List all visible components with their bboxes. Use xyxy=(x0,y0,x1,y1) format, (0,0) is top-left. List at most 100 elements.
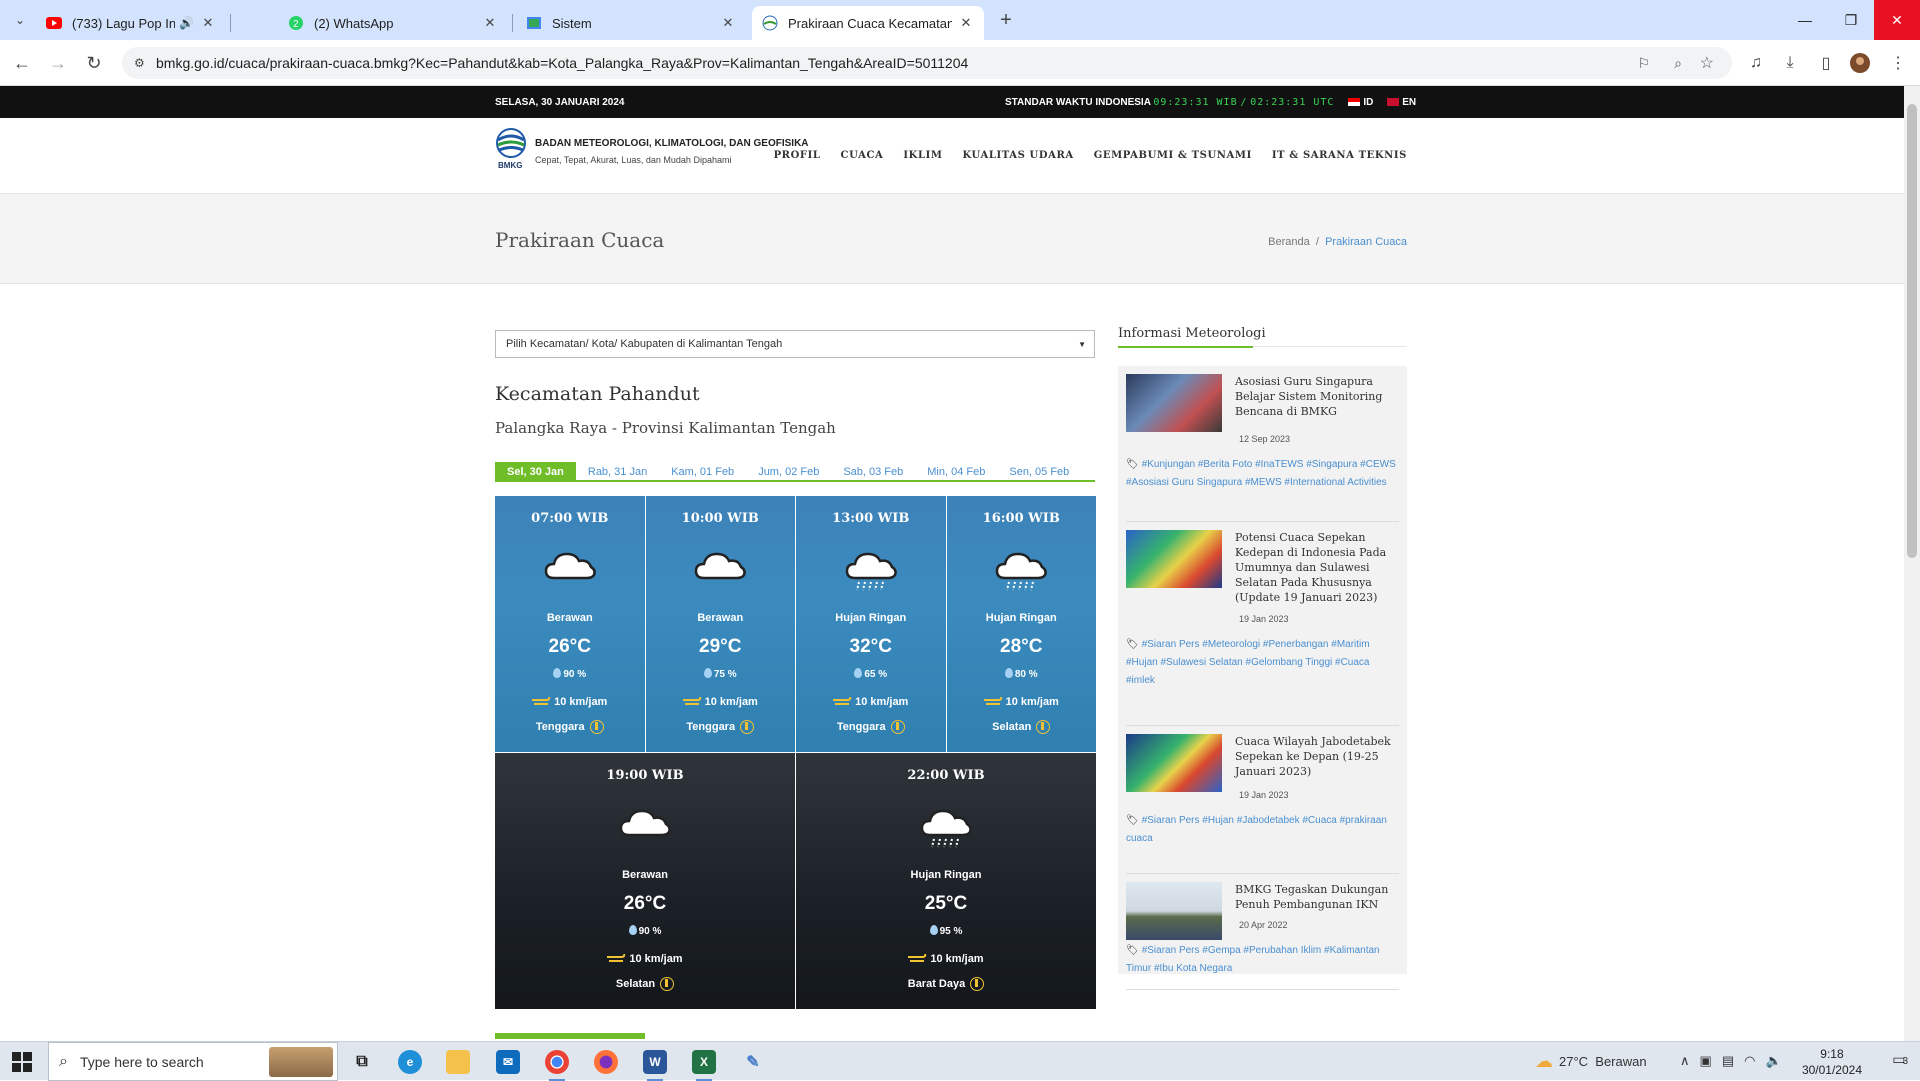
excel-icon[interactable]: X xyxy=(692,1050,716,1081)
rain-cloud-icon xyxy=(841,544,901,594)
restore-icon[interactable]: ❐ xyxy=(1828,0,1874,40)
nav-profil[interactable]: PROFIL xyxy=(774,150,821,161)
back-icon[interactable]: ← xyxy=(8,49,36,77)
browser-tab-bmkg[interactable]: Prakiraan Cuaca Kecamatan Pa ✕ xyxy=(752,6,984,40)
page-scrollbar[interactable] xyxy=(1904,86,1920,1041)
news-title[interactable]: Potensi Cuaca Sepekan Kedepan di Indones… xyxy=(1235,530,1405,605)
firefox-icon[interactable] xyxy=(594,1050,618,1074)
nav-gempabumi[interactable]: GEMPABUMI & TSUNAMI xyxy=(1094,150,1252,161)
news-tags[interactable]: 🏷 #Kunjungan #Berita Foto #InaTEWS #Singa… xyxy=(1126,456,1401,492)
windows-start-icon[interactable] xyxy=(12,1052,32,1072)
tray-icons: ∧ ▣ ▤ ◠ 🔈 xyxy=(1680,1053,1782,1069)
taskbar-weather[interactable]: ☁ 27°C Berawan xyxy=(1535,1051,1647,1072)
reload-icon[interactable]: ↻ xyxy=(80,49,108,77)
nav-kualitas-udara[interactable]: KUALITAS UDARA xyxy=(963,150,1074,161)
news-thumbnail[interactable] xyxy=(1126,882,1222,940)
nav-iklim[interactable]: IKLIM xyxy=(903,150,942,161)
svg-text:BMKG: BMKG xyxy=(498,161,522,170)
news-title[interactable]: Cuaca Wilayah Jabodetabek Sepekan ke Dep… xyxy=(1235,734,1405,779)
avatar[interactable] xyxy=(1848,51,1872,75)
edge-icon[interactable]: e xyxy=(398,1050,422,1074)
translate-icon[interactable]: ⚐ xyxy=(1637,55,1650,72)
day-tab[interactable]: Rab, 31 Jan xyxy=(576,462,659,482)
file-explorer-icon[interactable] xyxy=(446,1050,470,1074)
nav-it-sarana[interactable]: IT & SARANA TEKNIS xyxy=(1272,150,1407,161)
whatsapp-icon: 2 xyxy=(288,15,304,31)
forecast-temperature: 28°C xyxy=(1000,636,1043,657)
menu-kebab-icon[interactable]: ⋮ xyxy=(1886,51,1910,75)
news-thumbnail[interactable] xyxy=(1126,734,1222,792)
day-tab[interactable]: Jum, 02 Feb xyxy=(746,462,831,482)
day-tab[interactable]: Sel, 30 Jan xyxy=(495,462,576,482)
minimize-icon[interactable]: — xyxy=(1782,0,1828,40)
notification-icon[interactable]: ▭3 xyxy=(1892,1051,1908,1068)
close-tab-icon[interactable]: ✕ xyxy=(720,15,736,31)
close-window-icon[interactable]: ✕ xyxy=(1874,0,1920,40)
news-title[interactable]: BMKG Tegaskan Dukungan Penuh Pembangunan… xyxy=(1235,882,1405,912)
close-tab-icon[interactable]: ✕ xyxy=(958,15,974,31)
new-tab-button[interactable]: + xyxy=(992,6,1020,34)
tab-search-button[interactable]: ⌄ xyxy=(6,6,34,34)
volume-icon[interactable]: 🔈 xyxy=(1765,1053,1781,1069)
browser-tab-whatsapp[interactable]: 2 (2) WhatsApp ✕ xyxy=(278,6,508,40)
forecast-card: 22:00 WIB Hujan Ringan 25°C 95 % 10 km/jam Ba… xyxy=(796,753,1096,1009)
lang-en-link[interactable]: EN xyxy=(1387,97,1416,108)
tag-icon: 🏷 xyxy=(1126,639,1139,650)
bookmark-star-icon[interactable]: ☆ xyxy=(1700,53,1714,73)
news-thumbnail[interactable] xyxy=(1126,374,1222,432)
zoom-icon[interactable]: ⌕ xyxy=(1674,55,1682,72)
tab-title: (2) WhatsApp xyxy=(314,15,394,31)
cloud-sun-icon: ☁ xyxy=(1535,1051,1553,1071)
chevron-up-icon[interactable]: ∧ xyxy=(1680,1053,1690,1069)
browser-tab-sistem[interactable]: Sistem ✕ xyxy=(516,6,746,40)
news-item[interactable]: Cuaca Wilayah Jabodetabek Sepekan ke Dep… xyxy=(1126,734,1399,874)
breadcrumb-home[interactable]: Beranda xyxy=(1268,236,1310,248)
speaker-icon[interactable]: 🔊 xyxy=(179,16,194,30)
wifi-icon[interactable]: ◠ xyxy=(1744,1053,1755,1069)
close-tab-icon[interactable]: ✕ xyxy=(200,15,216,31)
day-tab[interactable]: Min, 04 Feb xyxy=(915,462,997,482)
word-icon[interactable]: W xyxy=(643,1050,667,1081)
mail-icon[interactable]: ✉ xyxy=(496,1050,520,1074)
forecast-grid-day: 07:00 WIB Berawan 26°C 90 % 10 km/jam Tenggar… xyxy=(495,496,1096,752)
news-item[interactable]: Asosiasi Guru Singapura Belajar Sistem M… xyxy=(1126,374,1399,522)
section-accent-bar xyxy=(495,1033,645,1039)
sidebar-title: Informasi Meteorologi xyxy=(1118,326,1266,341)
taskbar-search-input[interactable]: ⌕ Type here to search xyxy=(48,1042,338,1081)
side-panel-icon[interactable]: ▯ xyxy=(1814,51,1838,75)
bmkg-logo[interactable]: BMKG xyxy=(495,128,527,170)
breadcrumb-current[interactable]: Prakiraan Cuaca xyxy=(1325,236,1407,248)
scrollbar-thumb[interactable] xyxy=(1907,104,1917,558)
download-icon[interactable]: ⤓ xyxy=(1778,51,1802,75)
search-highlight-icon xyxy=(269,1047,333,1077)
day-tab[interactable]: Sab, 03 Feb xyxy=(831,462,915,482)
media-control-icon[interactable]: ♫ xyxy=(1744,51,1768,75)
chrome-icon[interactable] xyxy=(545,1050,569,1081)
day-tab[interactable]: Sen, 05 Feb xyxy=(997,462,1081,482)
location-select[interactable]: Pilih Kecamatan/ Kota/ Kabupaten di Kali… xyxy=(495,330,1095,358)
lang-id-link[interactable]: ID xyxy=(1348,97,1376,108)
news-item[interactable]: Potensi Cuaca Sepekan Kedepan di Indones… xyxy=(1126,530,1399,726)
kabupaten-subtitle: Palangka Raya - Provinsi Kalimantan Teng… xyxy=(495,419,836,437)
forecast-temperature: 25°C xyxy=(924,893,968,914)
paint-icon[interactable]: ✎ xyxy=(741,1050,765,1074)
url-field[interactable]: ⚙ bmkg.go.id/cuaca/prakiraan-cuaca.bmkg?… xyxy=(122,47,1732,79)
meet-icon[interactable]: ▣ xyxy=(1700,1053,1712,1069)
task-view-icon[interactable]: ⧉ xyxy=(350,1050,374,1074)
forward-icon[interactable]: → xyxy=(44,49,72,77)
browser-tab-youtube[interactable]: (733) Lagu Pop Indonesia E 🔊 ✕ xyxy=(36,6,226,40)
nav-cuaca[interactable]: CUACA xyxy=(841,150,884,161)
news-tags[interactable]: 🏷 #Siaran Pers #Meteorologi #Penerbangan … xyxy=(1126,636,1401,690)
close-tab-icon[interactable]: ✕ xyxy=(482,15,498,31)
news-tags[interactable]: 🏷 #Siaran Pers #Gempa #Perubahan Iklim #K… xyxy=(1126,942,1401,978)
news-tags[interactable]: 🏷 #Siaran Pers #Hujan #Jabodetabek #Cuaca… xyxy=(1126,812,1401,848)
news-item[interactable]: BMKG Tegaskan Dukungan Penuh Pembangunan… xyxy=(1126,882,1399,990)
forecast-time: 22:00 WIB xyxy=(907,768,985,783)
news-thumbnail[interactable] xyxy=(1126,530,1222,588)
display-icon[interactable]: ▤ xyxy=(1722,1053,1734,1069)
day-tab[interactable]: Kam, 01 Feb xyxy=(659,462,746,482)
forecast-humidity: 90 % xyxy=(495,925,795,937)
news-title[interactable]: Asosiasi Guru Singapura Belajar Sistem M… xyxy=(1235,374,1405,419)
site-info-icon[interactable]: ⚙ xyxy=(134,56,145,70)
taskbar-clock[interactable]: 9:18 30/01/2024 xyxy=(1802,1046,1862,1078)
